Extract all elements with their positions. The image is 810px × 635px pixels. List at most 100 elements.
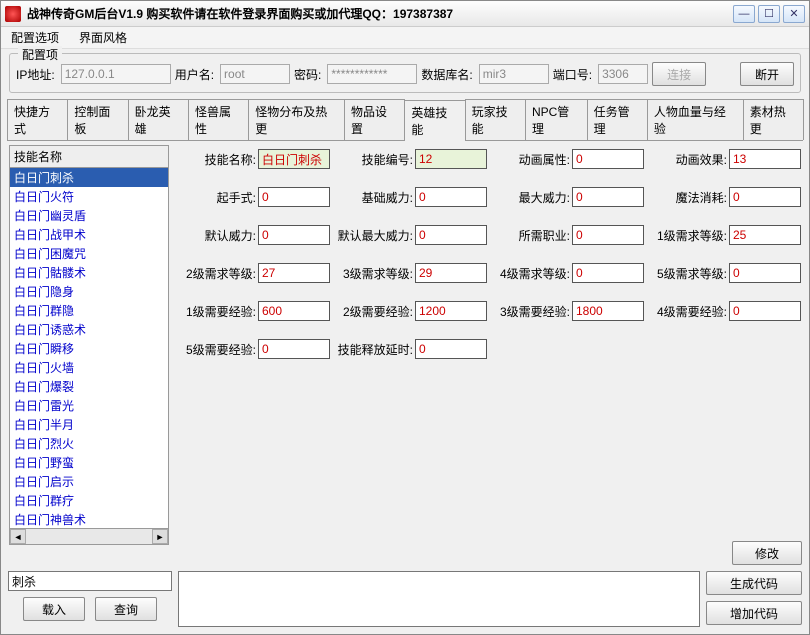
list-item[interactable]: 白日门神兽术 — [10, 510, 168, 529]
field-input[interactable] — [415, 263, 487, 283]
list-item[interactable]: 白日门幽灵盾 — [10, 206, 168, 225]
menu-config[interactable]: 配置选项 — [7, 27, 63, 48]
pwd-input[interactable] — [327, 64, 417, 84]
field-label: 起手式: — [217, 189, 256, 206]
field-input[interactable] — [258, 339, 330, 359]
field-input[interactable] — [258, 225, 330, 245]
field-label: 1级需要经验: — [186, 303, 256, 320]
field-label: 默认最大威力: — [338, 227, 413, 244]
list-item[interactable]: 白日门爆裂 — [10, 377, 168, 396]
field-label: 所需职业: — [519, 227, 570, 244]
field-input[interactable] — [415, 225, 487, 245]
field-input[interactable] — [729, 187, 801, 207]
list-item[interactable]: 白日门群隐 — [10, 301, 168, 320]
field-input[interactable] — [572, 301, 644, 321]
maximize-button[interactable]: ☐ — [758, 5, 780, 23]
tab-2[interactable]: 卧龙英雄 — [128, 99, 189, 140]
list-item[interactable]: 白日门群疗 — [10, 491, 168, 510]
field-input[interactable] — [572, 149, 644, 169]
code-textarea[interactable] — [178, 571, 700, 627]
field-input[interactable] — [258, 263, 330, 283]
field-label: 技能释放延时: — [338, 341, 413, 358]
field-label: 4级需要经验: — [657, 303, 727, 320]
field-label: 魔法消耗: — [676, 189, 727, 206]
field-input[interactable] — [729, 149, 801, 169]
field-label: 技能编号: — [362, 151, 413, 168]
list-item[interactable]: 白日门火墙 — [10, 358, 168, 377]
tab-3[interactable]: 怪兽属性 — [188, 99, 249, 140]
field-input[interactable] — [415, 187, 487, 207]
skill-listbox[interactable]: 白日门刺杀白日门火符白日门幽灵盾白日门战甲术白日门困魔咒白日门骷髅术白日门隐身白… — [9, 168, 169, 529]
field-input[interactable] — [572, 225, 644, 245]
field-label: 5级需求等级: — [657, 265, 727, 282]
disconnect-button[interactable]: 断开 — [740, 62, 794, 86]
tab-1[interactable]: 控制面板 — [67, 99, 128, 140]
list-item[interactable]: 白日门雷光 — [10, 396, 168, 415]
field-label: 技能名称: — [205, 151, 256, 168]
field-label: 2级需求等级: — [186, 265, 256, 282]
list-item[interactable]: 白日门困魔咒 — [10, 244, 168, 263]
ip-input[interactable] — [61, 64, 171, 84]
list-item[interactable]: 白日门启示 — [10, 472, 168, 491]
list-item[interactable]: 白日门诱惑术 — [10, 320, 168, 339]
list-item[interactable]: 白日门火符 — [10, 187, 168, 206]
db-label: 数据库名: — [421, 66, 472, 83]
tab-10[interactable]: 人物血量与经验 — [647, 99, 744, 140]
tab-6[interactable]: 英雄技能 — [404, 100, 465, 141]
config-fieldset: 配置项 IP地址: 用户名: 密码: 数据库名: 端口号: 连接 断开 — [9, 53, 801, 93]
tab-0[interactable]: 快捷方式 — [7, 99, 68, 140]
tab-8[interactable]: NPC管理 — [525, 99, 588, 140]
field-label: 动画效果: — [676, 151, 727, 168]
minimize-button[interactable]: — — [733, 5, 755, 23]
query-button[interactable]: 查询 — [95, 597, 157, 621]
tab-5[interactable]: 物品设置 — [344, 99, 405, 140]
field-label: 4级需求等级: — [500, 265, 570, 282]
list-item[interactable]: 白日门刺杀 — [10, 168, 168, 187]
list-item[interactable]: 白日门烈火 — [10, 434, 168, 453]
gencode-button[interactable]: 生成代码 — [706, 571, 802, 595]
pwd-label: 密码: — [294, 66, 321, 83]
field-input[interactable] — [572, 263, 644, 283]
list-item[interactable]: 白日门隐身 — [10, 282, 168, 301]
list-item[interactable]: 白日门野蛮 — [10, 453, 168, 472]
field-input[interactable] — [729, 301, 801, 321]
field-input[interactable] — [415, 149, 487, 169]
app-icon — [5, 6, 21, 22]
port-input[interactable] — [598, 64, 648, 84]
field-label: 动画属性: — [519, 151, 570, 168]
field-label: 默认威力: — [205, 227, 256, 244]
db-input[interactable] — [479, 64, 549, 84]
field-label: 3级需求等级: — [343, 265, 413, 282]
list-header: 技能名称 — [9, 145, 169, 168]
field-input[interactable] — [415, 339, 487, 359]
tab-11[interactable]: 素材热更 — [743, 99, 804, 140]
config-legend: 配置项 — [18, 46, 62, 63]
tab-9[interactable]: 任务管理 — [587, 99, 648, 140]
menu-style[interactable]: 界面风格 — [75, 27, 131, 48]
field-input[interactable] — [729, 225, 801, 245]
list-item[interactable]: 白日门瞬移 — [10, 339, 168, 358]
field-input[interactable] — [729, 263, 801, 283]
field-input[interactable] — [572, 187, 644, 207]
connect-button[interactable]: 连接 — [652, 62, 706, 86]
search-input[interactable] — [8, 571, 172, 591]
list-item[interactable]: 白日门半月 — [10, 415, 168, 434]
field-input[interactable] — [258, 187, 330, 207]
field-input[interactable] — [258, 149, 330, 169]
close-button[interactable]: ✕ — [783, 5, 805, 23]
load-button[interactable]: 载入 — [23, 597, 85, 621]
tab-4[interactable]: 怪物分布及热更 — [248, 99, 345, 140]
field-label: 最大威力: — [519, 189, 570, 206]
field-label: 5级需要经验: — [186, 341, 256, 358]
modify-button[interactable]: 修改 — [732, 541, 802, 565]
tab-7[interactable]: 玩家技能 — [465, 99, 526, 140]
user-label: 用户名: — [175, 66, 214, 83]
addcode-button[interactable]: 增加代码 — [706, 601, 802, 625]
list-item[interactable]: 白日门战甲术 — [10, 225, 168, 244]
field-input[interactable] — [415, 301, 487, 321]
list-item[interactable]: 白日门骷髅术 — [10, 263, 168, 282]
field-label: 1级需求等级: — [657, 227, 727, 244]
field-label: 2级需要经验: — [343, 303, 413, 320]
field-input[interactable] — [258, 301, 330, 321]
user-input[interactable] — [220, 64, 290, 84]
